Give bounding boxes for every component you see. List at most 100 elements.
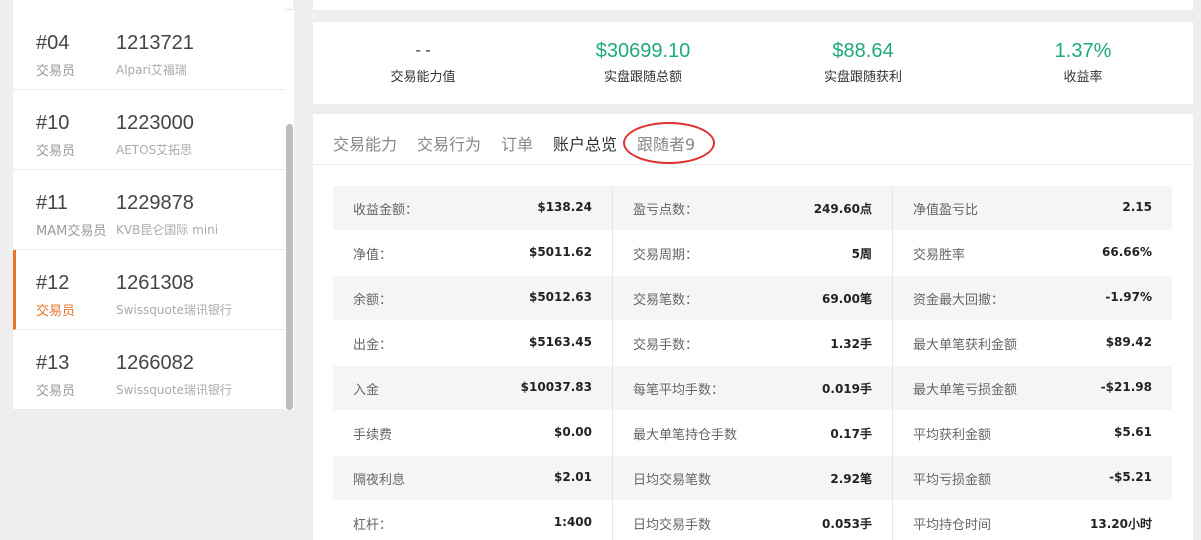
metric-value: $5011.62 bbox=[528, 245, 592, 259]
tab-4[interactable]: 跟随者9 bbox=[637, 131, 695, 155]
metric-label: 平均持仓时间 bbox=[913, 518, 992, 533]
trader-list: #04 交易员 1213721 Alpari艾福瑞 #10 交易员 1223000 AETOS… bbox=[13, 0, 285, 410]
metric-value: 0.019手 bbox=[822, 382, 872, 396]
tab-0[interactable]: 交易能力 bbox=[333, 131, 397, 155]
metric-value: 249.60点 bbox=[813, 202, 872, 216]
metric-label: 平均获利金额 bbox=[913, 428, 992, 443]
trader-role: 交易员 bbox=[36, 384, 76, 399]
metric-value: 1.32手 bbox=[830, 337, 872, 351]
stat-item: 1.37% 收益率 bbox=[973, 38, 1193, 85]
metric-label: 日均交易手数 bbox=[633, 518, 712, 533]
metric-value: -$21.98 bbox=[1100, 380, 1152, 394]
metric-value: 69.00笔 bbox=[822, 292, 872, 306]
metric-label: 余额： bbox=[353, 293, 393, 308]
trader-rank: #13 bbox=[36, 352, 70, 374]
metric-label: 手续费 bbox=[353, 428, 393, 443]
stat-item: - - 交易能力值 bbox=[313, 38, 533, 85]
column-divider bbox=[892, 186, 893, 540]
metric-label: 入金 bbox=[353, 383, 380, 398]
trader-role: 交易员 bbox=[36, 64, 76, 79]
metric-value: 0.053手 bbox=[822, 517, 872, 531]
metric-value: 2.92笔 bbox=[830, 472, 872, 486]
metric-label: 最大单笔持仓手数 bbox=[633, 428, 738, 443]
trader-rank: #10 bbox=[36, 112, 70, 134]
overview-cell: 净值盈亏比 2.15 bbox=[893, 186, 1172, 230]
stat-label: 实盘跟随总额 bbox=[603, 70, 682, 85]
tab-2[interactable]: 订单 bbox=[501, 131, 533, 155]
metric-label: 净值盈亏比 bbox=[913, 203, 979, 218]
metric-value: $5163.45 bbox=[528, 335, 592, 349]
trader-broker: Swissquote瑞讯银行 bbox=[116, 383, 232, 397]
metric-label: 平均亏损金额 bbox=[913, 473, 992, 488]
metric-value: 13.20小时 bbox=[1090, 517, 1152, 531]
metric-value: 66.66% bbox=[1102, 245, 1152, 259]
stat-value: 1.37% bbox=[1054, 40, 1112, 62]
trader-item[interactable]: #04 交易员 1213721 Alpari艾福瑞 bbox=[13, 10, 285, 90]
overview-cell: 平均持仓时间 13.20小时 bbox=[893, 501, 1172, 540]
stat-label: 收益率 bbox=[1063, 70, 1103, 85]
overview-cell: 交易笔数： 69.00笔 bbox=[613, 276, 892, 320]
stat-item: $88.64 实盘跟随获利 bbox=[753, 38, 973, 85]
trader-rank: #11 bbox=[36, 192, 68, 214]
metric-label: 交易胜率 bbox=[913, 248, 966, 263]
overview-cell: 余额： $5012.63 bbox=[333, 276, 612, 320]
trader-broker: KVB昆仑国际 mini bbox=[116, 223, 219, 237]
metric-label: 最大单笔亏损金额 bbox=[913, 383, 1018, 398]
trader-rank: #12 bbox=[36, 272, 70, 294]
overview-cell: 每笔平均手数： 0.019手 bbox=[613, 366, 892, 410]
trader-broker: Swissquote瑞讯银行 bbox=[116, 303, 232, 317]
metric-value: 1:400 bbox=[553, 515, 592, 529]
metric-value: -$5.21 bbox=[1109, 470, 1152, 484]
trader-broker: AETOS艾拓思 bbox=[116, 143, 193, 157]
overview-cell: 盈亏点数： 249.60点 bbox=[613, 186, 892, 230]
stat-value: - - bbox=[415, 42, 431, 59]
metric-value: $5012.63 bbox=[528, 290, 592, 304]
trader-item[interactable]: #11 MAM交易员 1229878 KVB昆仑国际 mini bbox=[13, 170, 285, 250]
metric-value: $138.24 bbox=[537, 200, 592, 214]
overview-cell: 出金： $5163.45 bbox=[333, 321, 612, 365]
metric-label: 盈亏点数： bbox=[633, 203, 699, 218]
overview-cell: 收益金额： $138.24 bbox=[333, 186, 612, 230]
tab-bar: 交易能力 交易行为 订单 账户总览 跟随者9 bbox=[313, 114, 1193, 165]
metric-value: $0.00 bbox=[554, 425, 592, 439]
stats-card: - - 交易能力值 $30699.10 实盘跟随总额 $88.64 实盘跟随获利 1.37%… bbox=[313, 22, 1193, 104]
overview-cell: 隔夜利息 $2.01 bbox=[333, 456, 612, 500]
metric-label: 日均交易笔数 bbox=[633, 473, 712, 488]
trader-account: 1223000 bbox=[116, 112, 194, 134]
metric-value: $10037.83 bbox=[520, 380, 592, 394]
trader-account: 1261308 bbox=[116, 272, 194, 294]
trader-account: 1229878 bbox=[116, 192, 194, 214]
metric-value: 0.17手 bbox=[830, 427, 872, 441]
metric-label: 交易笔数： bbox=[633, 293, 699, 308]
overview-cell: 平均获利金额 $5.61 bbox=[893, 411, 1172, 455]
metric-value: $5.61 bbox=[1114, 425, 1152, 439]
trader-item[interactable]: #12 交易员 1261308 Swissquote瑞讯银行 bbox=[13, 250, 285, 330]
metric-value: $89.42 bbox=[1105, 335, 1152, 349]
metric-label: 隔夜利息 bbox=[353, 473, 406, 488]
stat-value: $30699.10 bbox=[595, 40, 691, 62]
trader-role: 交易员 bbox=[36, 144, 76, 159]
metric-value: 5周 bbox=[851, 247, 872, 261]
metric-label: 资金最大回撤： bbox=[913, 293, 1005, 308]
overview-cell: 入金 $10037.83 bbox=[333, 366, 612, 410]
trader-role: 交易员 bbox=[36, 304, 76, 319]
overview-cell: 最大单笔亏损金额 -$21.98 bbox=[893, 366, 1172, 410]
overview-cell: 手续费 $0.00 bbox=[333, 411, 612, 455]
column-divider bbox=[612, 186, 613, 540]
overview-cell: 资金最大回撤： -1.97% bbox=[893, 276, 1172, 320]
scrollbar-thumb[interactable] bbox=[286, 124, 293, 410]
tab-1[interactable]: 交易行为 bbox=[417, 131, 481, 155]
tab-3[interactable]: 账户总览 bbox=[553, 131, 617, 155]
metric-label: 每笔平均手数： bbox=[633, 383, 725, 398]
overview-cell: 最大单笔持仓手数 0.17手 bbox=[613, 411, 892, 455]
overview-cell: 最大单笔获利金额 $89.42 bbox=[893, 321, 1172, 365]
metric-label: 收益金额： bbox=[353, 203, 419, 218]
metric-value: 2.15 bbox=[1122, 200, 1152, 214]
trader-account: 1266082 bbox=[116, 352, 194, 374]
trader-item[interactable]: #10 交易员 1223000 AETOS艾拓思 bbox=[13, 90, 285, 170]
stat-label: 交易能力值 bbox=[390, 70, 456, 85]
overview-cell: 日均交易手数 0.053手 bbox=[613, 501, 892, 540]
metric-label: 交易手数： bbox=[633, 338, 699, 353]
stat-item: $30699.10 实盘跟随总额 bbox=[533, 38, 753, 85]
trader-item[interactable]: #13 交易员 1266082 Swissquote瑞讯银行 bbox=[13, 330, 285, 410]
